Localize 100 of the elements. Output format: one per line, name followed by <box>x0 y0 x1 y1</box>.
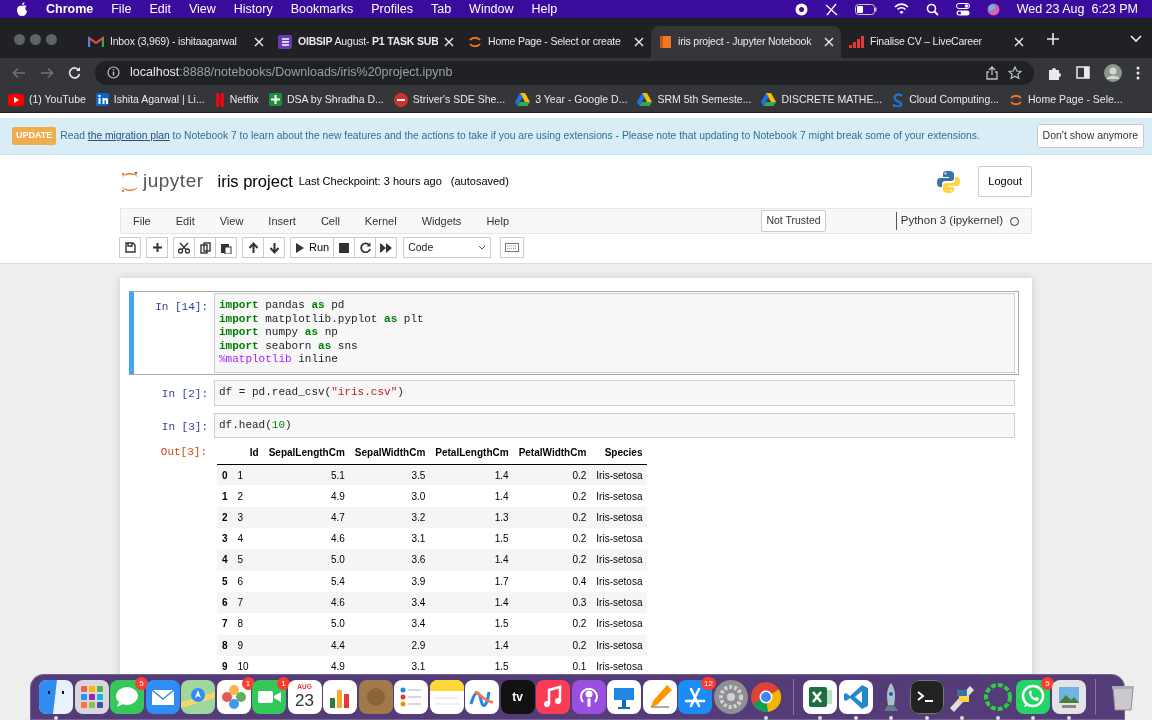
close-icon[interactable] <box>444 37 454 47</box>
pen-slash-icon[interactable] <box>824 2 838 16</box>
chevron-down-icon[interactable] <box>1130 35 1142 43</box>
address-bar[interactable]: localhost:8888/notebooks/Downloads/iris%20project.ipynb <box>95 60 1034 85</box>
menu-item[interactable]: Help <box>531 0 558 19</box>
close-icon[interactable] <box>634 37 644 47</box>
podcast-icon[interactable] <box>571 680 606 714</box>
orb-icon[interactable] <box>986 2 1000 16</box>
menu-item[interactable]: Tab <box>430 0 452 19</box>
menu-item[interactable]: Kernel <box>364 212 397 230</box>
code-editor-icon[interactable] <box>838 680 873 714</box>
bar-chart-icon[interactable] <box>323 680 357 714</box>
trust-indicator[interactable]: Not Trusted <box>761 210 826 232</box>
gear-icon[interactable] <box>713 680 748 714</box>
flower-icon[interactable] <box>216 680 251 714</box>
close-icon[interactable] <box>1014 37 1024 47</box>
close-window-control[interactable] <box>14 33 25 45</box>
copy-button[interactable] <box>194 237 216 258</box>
bookmark[interactable]: SRM 5th Semeste... <box>637 91 752 108</box>
jupyter-logo-icon[interactable] <box>120 169 140 194</box>
save-button[interactable] <box>119 237 141 258</box>
bookmark[interactable]: 3 Year - Google D... <box>515 91 628 108</box>
browser-tab[interactable]: Inbox (3,969) - ishitaagarwal <box>81 26 271 58</box>
bookmark[interactable]: Ishita Agarwal | Li... <box>95 91 205 108</box>
run-all-button[interactable] <box>375 237 398 258</box>
menu-item[interactable]: File <box>133 212 151 230</box>
phone-bubble-icon[interactable] <box>1016 680 1050 714</box>
photo-viewer-icon[interactable] <box>1051 680 1086 714</box>
keyboard-button[interactable] <box>500 237 525 258</box>
envelope-icon[interactable] <box>145 680 180 714</box>
puzzle-icon[interactable] <box>1048 65 1062 80</box>
code-input[interactable]: df.head(10) <box>214 412 1015 439</box>
app-menu[interactable]: Chrome <box>46 0 94 19</box>
kernel-name[interactable]: Python 3 (ipykernel) <box>900 212 1003 230</box>
menu-item[interactable]: View <box>219 212 244 230</box>
stop-button[interactable] <box>333 237 356 258</box>
lectern-icon[interactable] <box>607 680 641 714</box>
logo-text[interactable]: jupyter <box>143 167 204 196</box>
bookmark[interactable]: DSA by Shradha D... <box>268 91 384 108</box>
move-down-button[interactable] <box>263 237 285 258</box>
reload-icon[interactable] <box>68 66 81 79</box>
browser-tab[interactable]: Finalise CV – LiveCareer <box>841 26 1031 58</box>
menu-item[interactable]: Cell <box>320 212 340 230</box>
app-store-icon[interactable] <box>678 680 712 714</box>
bookmark[interactable]: DISCRETE MATHE... <box>761 91 883 108</box>
bookmark[interactable]: Home Page - Sele... <box>1009 91 1123 108</box>
zoom-window-control[interactable] <box>46 33 57 45</box>
video-camera-icon[interactable] <box>252 680 286 714</box>
more-icon[interactable] <box>1136 65 1140 80</box>
menu-item[interactable]: Widgets <box>421 212 462 230</box>
record-icon[interactable] <box>794 2 808 16</box>
code-cell[interactable]: In [2]: df = pd.read_csv("iris.csv") <box>133 377 1019 408</box>
tv-icon[interactable] <box>500 680 535 714</box>
code-input[interactable]: import pandas as pd import matplotlib.pyplot as plt import numpy as np import seaborn as sns %matplotlib inline <box>214 293 1015 373</box>
browser-tab[interactable]: Home Page - Select or create <box>461 26 651 58</box>
cell-type-select[interactable]: Code <box>403 237 492 258</box>
move-up-button[interactable] <box>242 237 264 258</box>
calendar-icon[interactable] <box>287 680 322 714</box>
close-icon[interactable] <box>824 37 834 47</box>
code-cell[interactable]: In [14]: import pandas as pd import matplotlib.pyplot as plt import numpy as np import seaborn as sns %matplotlib inline <box>129 291 1019 375</box>
menu-item[interactable]: View <box>188 0 216 19</box>
menu-item[interactable]: Window <box>469 0 514 19</box>
checklist-icon[interactable] <box>394 680 428 714</box>
insert-cell-button[interactable] <box>146 237 168 258</box>
music-note-icon[interactable] <box>536 680 570 714</box>
menu-item[interactable]: History <box>233 0 273 19</box>
map-icon[interactable] <box>181 680 215 714</box>
menu-item[interactable]: Profiles <box>371 0 413 19</box>
squiggle-icon[interactable] <box>465 680 499 714</box>
share-icon[interactable] <box>986 65 998 80</box>
bookmark[interactable]: (1) YouTube <box>8 91 86 108</box>
info-icon[interactable] <box>107 66 120 79</box>
browser-tab[interactable]: OIBSIP August- P1 TASK SUB <box>271 26 461 58</box>
notebook-title[interactable]: iris project <box>217 169 293 194</box>
terminal-icon[interactable] <box>909 680 944 714</box>
run-button[interactable]: Run <box>290 237 335 258</box>
dismiss-button[interactable]: Don't show anymore <box>1036 124 1144 148</box>
menu-item[interactable]: File <box>111 0 132 19</box>
restart-button[interactable] <box>354 237 377 258</box>
plus-icon[interactable] <box>1047 33 1059 45</box>
logout-button[interactable]: Logout <box>978 166 1032 197</box>
code-input[interactable]: df = pd.read_csv("iris.csv") <box>214 379 1015 406</box>
bookmark[interactable]: Netflix <box>214 91 259 108</box>
chat-bubble-icon[interactable] <box>110 680 144 714</box>
pen-icon[interactable] <box>642 680 677 714</box>
menu-item[interactable]: Edit <box>149 0 171 19</box>
apple-icon[interactable] <box>16 2 28 16</box>
menu-item[interactable]: Help <box>486 212 509 230</box>
browser-tab[interactable]: iris project - Jupyter Notebook <box>651 26 841 58</box>
sidebar-icon[interactable] <box>1076 66 1090 79</box>
wifi-icon[interactable] <box>893 3 909 15</box>
avatar-icon[interactable] <box>1104 63 1122 82</box>
minimize-window-control[interactable] <box>30 33 41 45</box>
star-icon[interactable] <box>1008 65 1022 80</box>
cut-button[interactable] <box>173 237 195 258</box>
bookmark[interactable]: Striver's SDE She... <box>393 91 506 108</box>
grid-icon[interactable] <box>74 680 109 714</box>
round-logo-icon[interactable] <box>749 680 783 714</box>
code-cell[interactable]: In [3]: df.head(10) <box>133 410 1019 441</box>
migration-link[interactable]: the migration plan <box>87 130 170 142</box>
